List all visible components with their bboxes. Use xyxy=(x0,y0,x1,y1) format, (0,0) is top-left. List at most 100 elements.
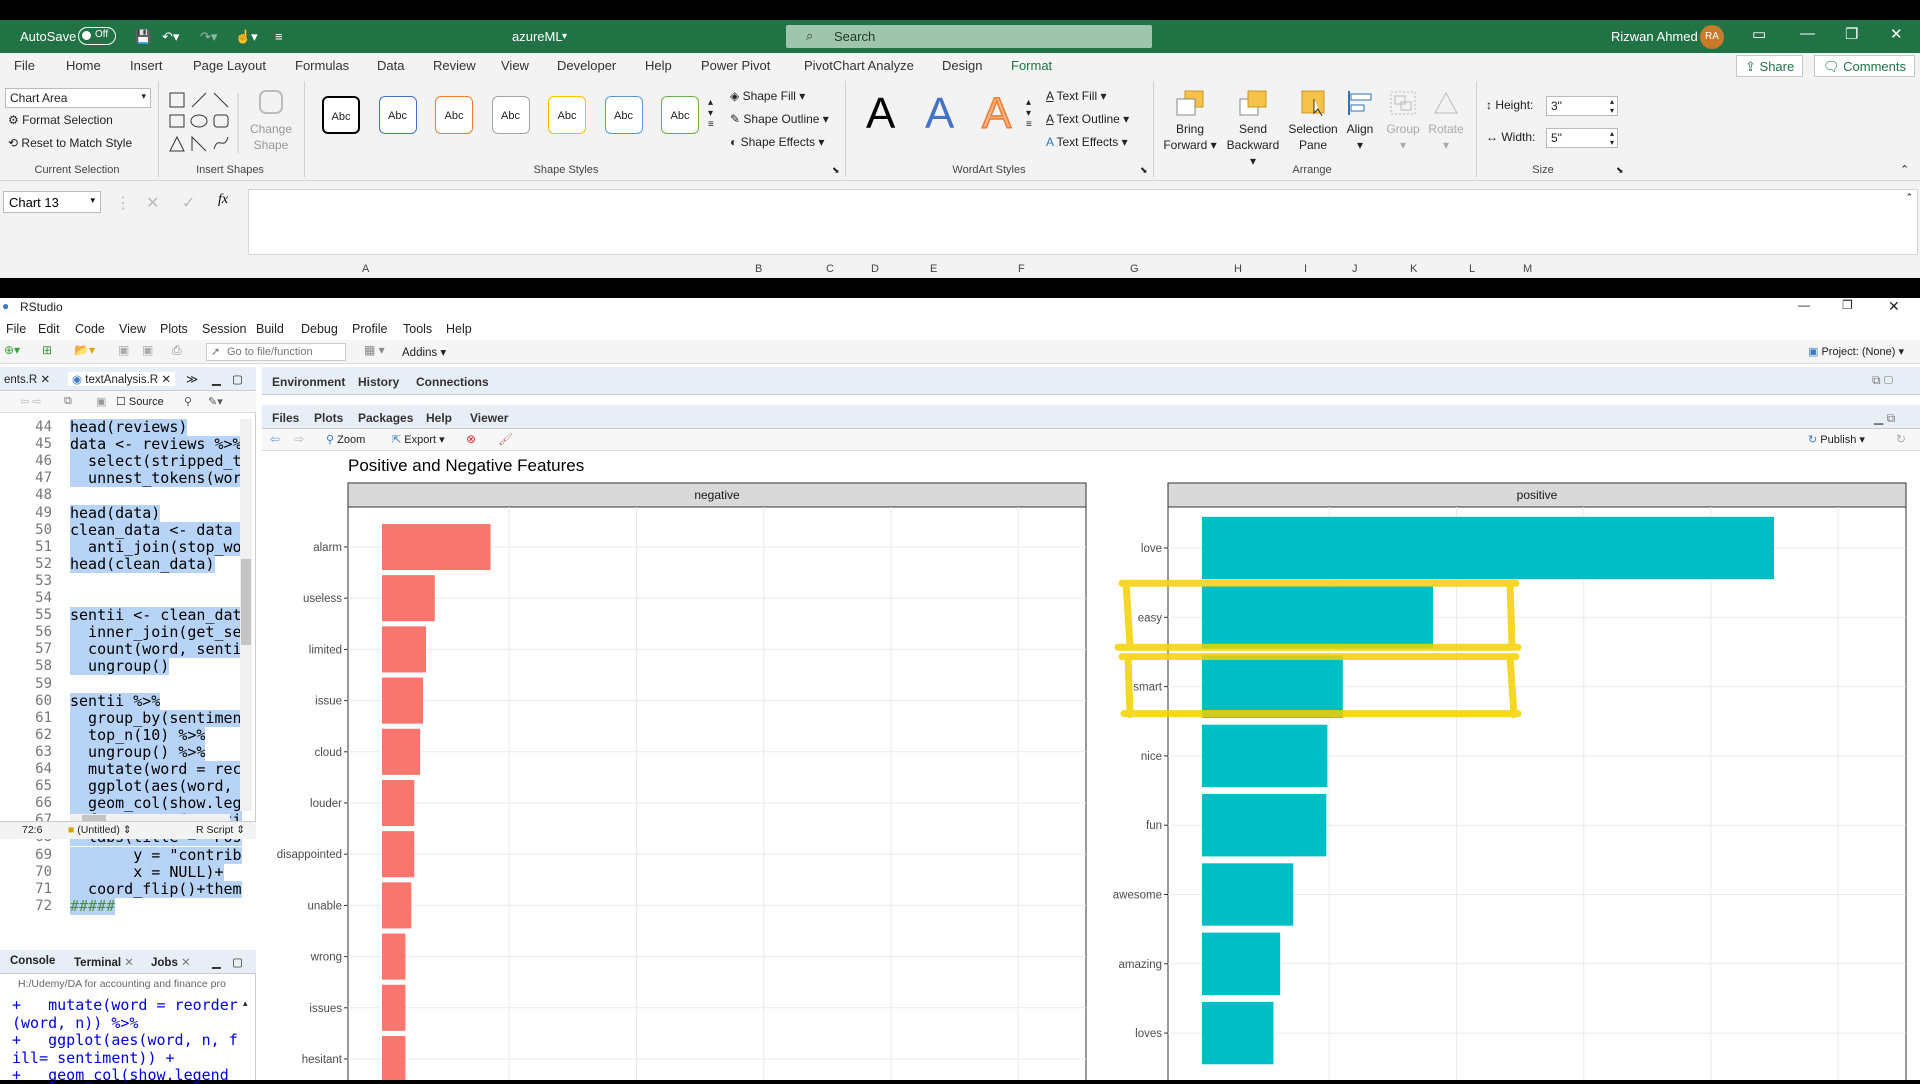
menu-edit[interactable]: Edit xyxy=(38,322,60,336)
shape-style-swatch[interactable]: Abc xyxy=(435,96,473,134)
insert-function-icon[interactable]: fx xyxy=(218,192,228,208)
editor-scrollbar[interactable] xyxy=(240,419,252,811)
shape-style-swatch[interactable]: Abc xyxy=(491,96,530,134)
column-header[interactable]: C xyxy=(826,263,834,275)
zoom-button[interactable]: ⚲ Zoom xyxy=(326,433,365,446)
restore-icon[interactable]: ❐ xyxy=(1845,25,1858,43)
tab-view[interactable]: View xyxy=(501,58,529,73)
column-header[interactable]: B xyxy=(755,263,762,275)
code-editor[interactable]: 44 head(reviews) 45 data <- reviews %>% 46 s… xyxy=(0,418,256,915)
dialog-launcher-icon[interactable]: ⬊ xyxy=(1140,165,1148,176)
remove-plot-icon[interactable]: ⊗ xyxy=(466,432,476,446)
bring-forward-button[interactable]: Bring Forward ▾ xyxy=(1160,89,1220,153)
open-file-icon[interactable]: 📂▾ xyxy=(74,343,95,357)
source-on-save-checkbox[interactable]: ☐ Source xyxy=(116,395,164,408)
column-header[interactable]: G xyxy=(1130,263,1139,275)
tab-developer[interactable]: Developer xyxy=(557,58,616,73)
prev-plot-icon[interactable]: ⇦ xyxy=(270,432,280,446)
shape-fill-button[interactable]: ◈ Shape Fill ▾ xyxy=(730,89,805,103)
height-input[interactable]: 3" ▴ ▾ xyxy=(1546,96,1618,116)
close-icon[interactable]: ✕ xyxy=(161,374,171,386)
menu-plots[interactable]: Plots xyxy=(160,322,188,336)
scope-selector[interactable]: ■ (Untitled) ⇕ xyxy=(68,824,132,836)
send-backward-button[interactable]: Send Backward ▾ xyxy=(1222,89,1284,169)
rotate-button[interactable]: Rotate ▾ xyxy=(1424,89,1468,153)
menu-debug[interactable]: Debug xyxy=(301,322,338,336)
minimize-pane-icon[interactable]: ▁ xyxy=(212,955,221,969)
text-outline-button[interactable]: A Text Outline ▾ xyxy=(1046,112,1129,126)
shape-style-swatch[interactable]: Abc xyxy=(661,96,699,134)
goto-file-input[interactable]: ➚ Go to file/function xyxy=(206,343,346,361)
save-icon[interactable]: ▣ xyxy=(118,343,129,357)
text-fill-button[interactable]: A Text Fill ▾ xyxy=(1046,89,1107,103)
wordart-style-blue[interactable]: A xyxy=(925,89,954,139)
redo-icon[interactable]: ↷▾ xyxy=(200,29,217,45)
tab-packages[interactable]: Packages xyxy=(358,411,413,425)
close-icon[interactable]: ✕ xyxy=(1888,298,1900,315)
tab-connections[interactable]: Connections xyxy=(416,375,489,389)
wordart-style-black[interactable]: A xyxy=(866,89,895,139)
tab-help[interactable]: Help xyxy=(426,411,452,425)
file-name[interactable]: azureML xyxy=(512,29,563,44)
ribbon-display-icon[interactable]: ▭ xyxy=(1752,25,1766,43)
save-icon[interactable]: ▣ xyxy=(96,395,106,408)
column-header[interactable]: M xyxy=(1523,263,1532,275)
new-file-icon[interactable]: ⊕▾ xyxy=(4,343,20,357)
column-header[interactable]: F xyxy=(1018,263,1025,275)
column-header[interactable]: A xyxy=(362,263,369,275)
share-button[interactable]: ⇪ Share xyxy=(1736,55,1804,77)
shape-outline-button[interactable]: ✎ Shape Outline ▾ xyxy=(730,112,829,126)
shape-effects-button[interactable]: ◐ Shape Effects ▾ xyxy=(730,135,824,149)
addins-menu[interactable]: Addins ▾ xyxy=(402,345,446,359)
tab-page-layout[interactable]: Page Layout xyxy=(193,58,266,73)
touch-mode-icon[interactable]: ☝▾ xyxy=(235,29,258,45)
tab-plots[interactable]: Plots xyxy=(314,411,343,425)
gallery-scroll-icon[interactable]: ▴ ▾ ≡ xyxy=(1026,97,1032,130)
tab-design[interactable]: Design xyxy=(942,58,982,73)
dialog-launcher-icon[interactable]: ⬊ xyxy=(832,165,840,176)
jobs-tab[interactable]: Jobs ✕ xyxy=(151,955,191,969)
spinner-icon[interactable]: ▴ ▾ xyxy=(1610,129,1614,147)
print-icon[interactable]: ⎙ xyxy=(172,343,182,358)
collapse-ribbon-icon[interactable]: ⌃ xyxy=(1900,163,1909,176)
avatar[interactable]: RA xyxy=(1700,25,1724,49)
shape-style-swatch[interactable]: Abc xyxy=(548,96,586,134)
tab-home[interactable]: Home xyxy=(66,58,101,73)
formula-bar[interactable]: ⌃ xyxy=(248,189,1918,255)
tab-pivotchart-analyze[interactable]: PivotChart Analyze xyxy=(804,58,914,73)
search-icon[interactable]: ⚲ xyxy=(184,395,192,408)
comments-button[interactable]: 🗨 Comments xyxy=(1814,55,1915,77)
shapes-gallery[interactable] xyxy=(168,91,246,157)
change-shape-button[interactable]: Change Shape xyxy=(248,89,294,153)
publish-button[interactable]: ↻ Publish ▾ xyxy=(1808,433,1865,446)
close-icon[interactable]: ✕ xyxy=(181,957,191,969)
column-header[interactable]: I xyxy=(1304,263,1307,275)
spinner-icon[interactable]: ▴ ▾ xyxy=(1610,97,1614,115)
gallery-scroll-icon[interactable]: ▴ ▾ ≡ xyxy=(708,97,714,130)
autosave-toggle[interactable]: Off xyxy=(78,27,116,45)
scrollbar-thumb[interactable] xyxy=(241,559,251,645)
shape-style-swatch[interactable]: Abc xyxy=(378,96,417,134)
minimize-icon[interactable]: — xyxy=(1798,298,1810,312)
reset-style-button[interactable]: ⟲ Reset to Match Style xyxy=(8,136,132,150)
column-header[interactable]: J xyxy=(1352,263,1358,275)
file-type-selector[interactable]: R Script ⇕ xyxy=(196,824,245,836)
column-header[interactable]: H xyxy=(1234,263,1242,275)
format-selection-button[interactable]: ⚙ Format Selection xyxy=(8,113,113,127)
tab-files[interactable]: Files xyxy=(272,411,299,425)
shape-style-swatch[interactable]: Abc xyxy=(322,96,360,134)
customize-qat-icon[interactable]: ≡ xyxy=(275,29,283,44)
close-icon[interactable]: ✕ xyxy=(1890,25,1903,43)
terminal-tab[interactable]: Terminal ✕ xyxy=(74,955,134,969)
cancel-icon[interactable]: ✕ xyxy=(146,193,159,213)
show-in-window-icon[interactable]: ⧉ xyxy=(64,395,72,408)
chart-element-select[interactable]: Chart Area ▾ xyxy=(5,88,151,108)
selection-pane-button[interactable]: Selection Pane xyxy=(1286,89,1340,153)
tab-power-pivot[interactable]: Power Pivot xyxy=(701,58,770,73)
back-icon[interactable]: ⇦ ⇨ xyxy=(20,395,42,408)
tab-insert[interactable]: Insert xyxy=(130,58,163,73)
dialog-launcher-icon[interactable]: ⬊ xyxy=(1616,165,1624,176)
minimize-pane-icon[interactable]: ▁ ⧉ xyxy=(1874,411,1895,426)
column-header[interactable]: L xyxy=(1469,263,1475,275)
undo-icon[interactable]: ↶▾ xyxy=(162,29,179,45)
